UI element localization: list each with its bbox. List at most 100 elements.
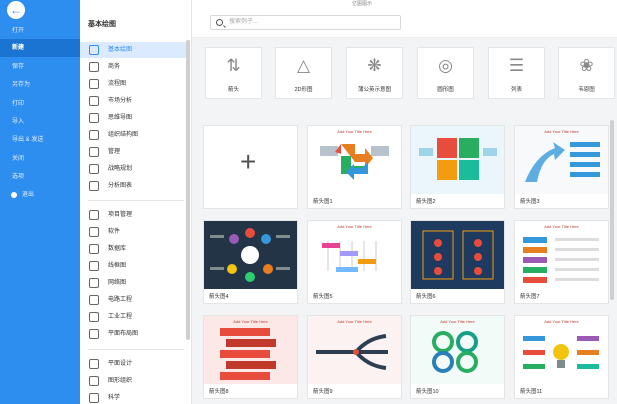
subtype-dandelion[interactable]: ❋ 蒲公英示意图 [346,47,403,99]
category-basic-drawing[interactable]: 基本绘图 [80,42,190,58]
category-market-analysis[interactable]: 市场分析 [80,93,190,109]
electrical-icon [89,295,99,305]
category-graphic-organizer[interactable]: 图形组织 [80,373,190,389]
arrow-diagram-thumbnail [422,230,494,280]
template-preview: Add Your Title Here [515,221,608,289]
template-card[interactable]: Add Your Title Here 箭头图1 [307,125,402,209]
template-card[interactable]: Add Your Title Here 箭头图3 [514,125,609,209]
basic-drawing-icon [89,45,99,55]
back-arrow-icon[interactable]: ← [7,1,25,19]
template-preview: Add Your Title Here [411,316,504,384]
blank-preview: + [204,126,297,194]
template-preview: Add Your Title Here [515,316,608,384]
arrow-diagram-thumbnail [523,237,599,283]
template-preview: Add Your Title Here [308,221,401,289]
software-icon [89,227,99,237]
category-divider [88,200,184,201]
template-card[interactable]: 箭头图2 [410,125,505,209]
exit-icon [11,192,17,198]
template-card[interactable]: Add Your Title Here 箭头图10 [410,315,505,399]
category-panel-title: 基本绘图 [88,21,116,28]
template-card[interactable]: Add Your Title Here 箭头图8 [203,315,298,399]
category-science[interactable]: 科学 [80,390,190,404]
category-scrollbar[interactable] [186,40,190,340]
category-network[interactable]: 网络图 [80,275,190,291]
category-software[interactable]: 软件 [80,224,190,240]
category-floor-plan[interactable]: 平面布局图 [80,326,190,342]
template-scrollbar[interactable] [610,120,614,300]
list-icon: ☰ [508,56,525,75]
menu-save[interactable]: 保存 [0,58,80,76]
project-management-icon [89,210,99,220]
arrow-diagram-thumbnail [322,241,377,272]
database-icon [89,244,99,254]
wireframe-icon [89,261,99,271]
subtype-circle-diagram[interactable]: ◎ 圆形图 [417,47,474,99]
category-analysis-chart[interactable]: 分析图表 [80,178,190,194]
category-electrical[interactable]: 电路工程 [80,292,190,308]
industrial-icon [89,312,99,322]
dandelion-icon: ❋ [367,56,382,75]
mind-map-icon [89,113,99,123]
category-industrial[interactable]: 工业工程 [80,309,190,325]
template-card[interactable]: 箭头图6 [410,220,505,304]
window-title: 亿图图示 [351,1,372,7]
category-management[interactable]: 管理 [80,144,190,160]
arrow-diagram-thumbnail [220,328,276,380]
template-card[interactable]: Add Your Title Here 箭头图11 [514,315,609,399]
menu-save-as[interactable]: 另存为 [0,76,80,94]
template-preview: Add Your Title Here [308,126,401,194]
menu-print[interactable]: 打印 [0,95,80,113]
template-card[interactable]: 箭头图4 [203,220,298,304]
arrow-diagram-thumbnail [523,336,599,369]
category-database[interactable]: 数据库 [80,241,190,257]
arrow-diagram-thumbnail [316,334,388,370]
menu-close[interactable]: 关闭 [0,150,80,168]
category-project-management[interactable]: 项目管理 [80,207,190,223]
category-wireframe[interactable]: 线框图 [80,258,190,274]
new-blank-card[interactable]: + [203,125,298,209]
template-card[interactable]: Add Your Title Here 箭头图9 [307,315,402,399]
template-preview [204,221,297,289]
category-mind-map[interactable]: 思维导图 [80,110,190,126]
menu-open[interactable]: 打开 [0,22,80,40]
menu-new[interactable]: 新建 [0,39,80,57]
org-chart-icon [89,130,99,140]
floor-plan-icon [89,329,99,339]
subtype-venn[interactable]: ❀ 韦恩图 [558,47,615,99]
menu-export-send[interactable]: 导出 & 发送 [0,131,80,149]
category-strategy[interactable]: 战略规划 [80,161,190,177]
arrow-diagram-thumbnail [419,138,497,180]
template-card[interactable]: Add Your Title Here 箭头图5 [307,220,402,304]
strategy-icon [89,164,99,174]
search-placeholder: 搜索例子... [229,19,259,25]
market-analysis-icon [89,96,99,106]
category-business[interactable]: 商务 [80,59,190,75]
arrow-diagram-thumbnail [320,144,389,180]
venn-icon: ❀ [579,56,594,75]
menu-options[interactable]: 选项 [0,168,80,186]
management-icon [89,147,99,157]
circle-diagram-icon: ◎ [438,56,453,75]
shapes-2d-icon: △ [296,56,311,75]
template-preview [411,221,504,289]
template-preview: Add Your Title Here [308,316,401,384]
business-icon [89,62,99,72]
search-icon [216,19,223,26]
network-icon [89,278,99,288]
category-graphic-design[interactable]: 平面设计 [80,356,190,372]
category-divider [88,349,184,350]
category-org-chart[interactable]: 组织结构图 [80,127,190,143]
search-input[interactable]: 搜索例子... [210,15,401,30]
category-panel: 基本绘图 基本绘图 商务 流程图 市场分析 思维导图 组织结构图 管理 战略规划… [80,0,192,404]
template-preview [411,126,504,194]
menu-import[interactable]: 导入 [0,113,80,131]
category-flowchart[interactable]: 流程图 [80,76,190,92]
subtype-2d-shapes[interactable]: △ 2D形图 [275,47,332,99]
subtype-list[interactable]: ☰ 列表 [488,47,545,99]
template-area: 亿图图示 搜索例子... ⇅ 箭头 △ 2D形图 ❋ 蒲公英示意图 ◎ 圆形图 ☰ 列表 … [192,0,617,404]
app-window: ← 打开 新建 保存 另存为 打印 导入 导出 & 发送 关闭 选项 退出 基本… [0,0,617,404]
subtype-arrows[interactable]: ⇅ 箭头 [205,47,262,99]
template-card[interactable]: Add Your Title Here 箭头图7 [514,220,609,304]
graphic-organizer-icon [89,376,99,386]
